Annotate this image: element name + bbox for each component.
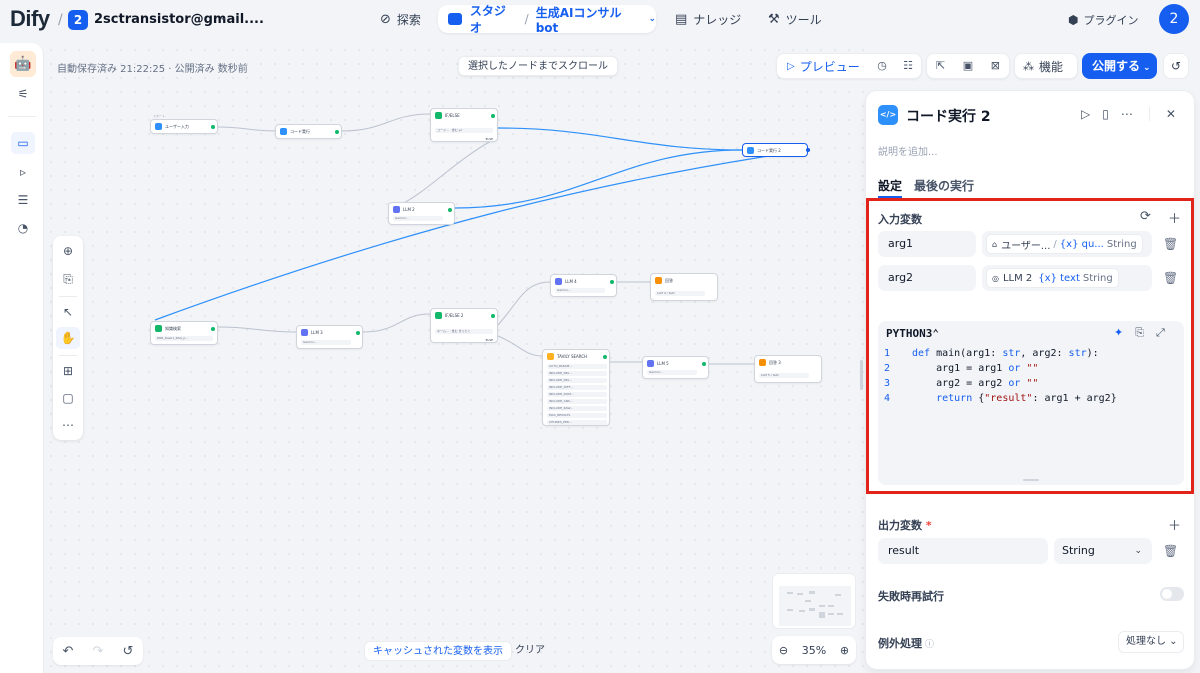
search-icon: [547, 353, 554, 360]
tab-last-run[interactable]: 最後の実行: [914, 177, 974, 194]
features-button[interactable]: ⁂ 機能: [1014, 53, 1078, 79]
variable-icon[interactable]: ⊠: [982, 54, 1008, 78]
database-icon: [155, 325, 162, 332]
code-icon: [747, 147, 754, 154]
retry-title: 失敗時再試行: [878, 590, 944, 603]
node-if-else-2[interactable]: IF/ELSE 2 ホーム... · 含む まったく ELSE: [430, 308, 498, 343]
export-icon[interactable]: ⇱: [928, 54, 954, 78]
output-var-name[interactable]: result: [878, 538, 1048, 564]
retry-toggle[interactable]: [1160, 587, 1184, 601]
answer-icon: [655, 277, 662, 284]
llm-icon: [647, 360, 654, 367]
note-icon[interactable]: ⎘: [56, 268, 80, 290]
play-icon: ▷: [787, 60, 795, 72]
tab-settings[interactable]: 設定: [878, 177, 902, 194]
node-knowledge[interactable]: 知識検索 RRR_Desk1_RAG_p...: [150, 321, 218, 345]
node-code-exec[interactable]: コード実行: [275, 124, 342, 139]
preview-button[interactable]: ▷ プレビュー: [777, 58, 869, 75]
history-icon[interactable]: ↺: [123, 644, 134, 659]
fit-view-icon[interactable]: ▢: [56, 387, 80, 409]
canvas-tools: ⊕ ⎘ ↖ ✋ ⊞ ▢ ⋯: [53, 236, 83, 440]
help-icon: ⓘ: [925, 640, 935, 650]
code-icon: </>: [878, 105, 898, 125]
description-input[interactable]: 説明を追加...: [878, 143, 938, 158]
redo-icon[interactable]: ↷: [93, 644, 104, 659]
highlight-annotation-box: [866, 198, 1194, 494]
preview-group: ▷ プレビュー ◷ ☷: [776, 53, 922, 79]
export-group: ⇱ ▣ ⊠: [926, 53, 1010, 79]
env-icon[interactable]: ▣: [955, 54, 981, 78]
add-icon[interactable]: ＋: [1168, 515, 1181, 534]
exception-select[interactable]: 処理なし ⌄: [1118, 631, 1184, 653]
node-tavily-search[interactable]: TAVILY SEARCH AUTO_PARAM... INCLUDE_IMA.…: [542, 349, 610, 426]
doc-icon[interactable]: ▯: [1102, 107, 1109, 121]
exception-title: 例外処理 ⓘ: [878, 637, 935, 650]
node-code-exec-2-selected[interactable]: コード実行 2: [742, 143, 810, 157]
node-llm3[interactable]: LLM 3 Gemini...: [296, 325, 363, 349]
layout-icon[interactable]: ⊞: [56, 360, 80, 382]
home-icon: [155, 123, 162, 130]
branch-icon: [435, 112, 442, 119]
zoom-out-icon[interactable]: ⊖: [779, 644, 788, 657]
close-icon[interactable]: ✕: [1166, 107, 1176, 121]
zoom-in-icon[interactable]: ⊕: [840, 644, 849, 657]
node-answer-3[interactable]: 回答 3 LLM 5 / text: [754, 355, 822, 383]
run-icon[interactable]: ▷: [1081, 107, 1090, 121]
node-user-input[interactable]: スタート ユーザー入力: [150, 114, 218, 134]
zoom-level[interactable]: 35%: [802, 644, 826, 657]
hand-icon[interactable]: ✋: [56, 327, 80, 349]
checklist-icon[interactable]: ◷: [869, 54, 895, 78]
llm-icon: [555, 278, 562, 285]
undo-redo-group: ↶ ↷ ↺: [53, 637, 143, 665]
more-icon[interactable]: ⋯: [56, 414, 80, 436]
output-type-select[interactable]: String ⌄: [1054, 538, 1152, 564]
list-icon[interactable]: ☷: [895, 54, 921, 78]
features-icon: ⁂: [1023, 59, 1034, 73]
code-icon: [280, 128, 287, 135]
panel-title[interactable]: コード実行 2: [906, 106, 991, 126]
show-cache-button[interactable]: キャッシュされた変数を表示: [364, 641, 512, 661]
add-node-icon[interactable]: ⊕: [56, 240, 80, 262]
autosave-status: 自動保存済み 21:22:25 · 公開済み 数秒前: [57, 64, 248, 75]
answer-icon: [759, 359, 766, 366]
publish-button[interactable]: 公開する ⌄: [1082, 53, 1157, 79]
minimap[interactable]: [772, 573, 856, 629]
node-answer[interactable]: 回答 LLM 4 / text: [650, 273, 718, 301]
pointer-icon[interactable]: ↖: [56, 301, 80, 323]
node-llm5[interactable]: LLM 5 Gemini...: [642, 356, 709, 379]
chevron-down-icon: ⌄: [1134, 546, 1142, 556]
zoom-controls: ⊖ 35% ⊕: [772, 636, 856, 664]
panel-resize-handle[interactable]: [860, 360, 863, 390]
clear-button[interactable]: クリア: [511, 641, 549, 661]
undo-icon[interactable]: ↶: [63, 644, 74, 659]
llm-icon: [301, 329, 308, 336]
llm-icon: [393, 206, 400, 213]
more-icon[interactable]: ⋯: [1121, 107, 1133, 121]
node-llm2[interactable]: LLM 2 Gemini...: [388, 202, 455, 225]
scroll-to-node-button[interactable]: 選択したノードまでスクロール: [458, 56, 618, 76]
trash-icon[interactable]: 🗑: [1163, 544, 1178, 558]
output-vars-title: 出力変数 *: [878, 519, 932, 532]
branch-icon: [435, 312, 442, 319]
node-llm4[interactable]: LLM 4 Gemini...: [550, 274, 617, 297]
node-if-else[interactable]: IF/ELSE コード... · 含む yo ELSE: [430, 108, 498, 142]
history-icon[interactable]: ↺: [1163, 53, 1189, 79]
